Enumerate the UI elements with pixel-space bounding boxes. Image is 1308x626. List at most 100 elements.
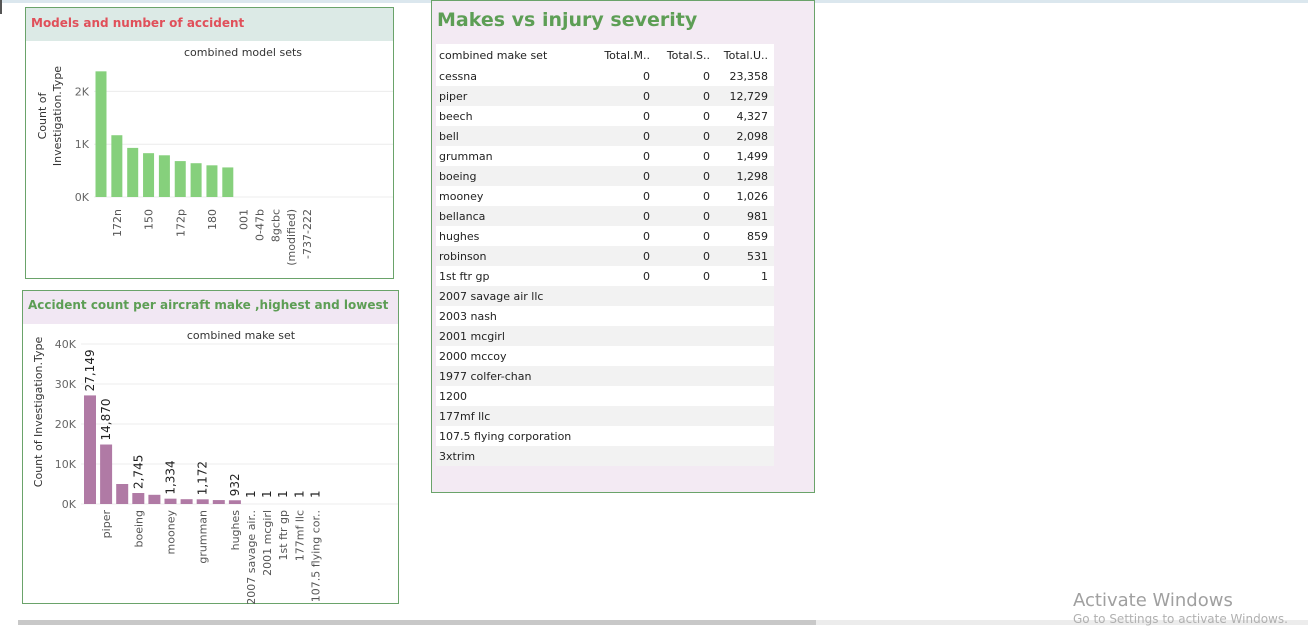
bar[interactable]	[213, 500, 225, 504]
make-name-cell: bellanca	[436, 210, 586, 223]
bar[interactable]	[143, 153, 154, 197]
column-header[interactable]: Total.M..	[586, 49, 650, 62]
table-row[interactable]: 2000 mccoy	[436, 346, 774, 366]
bar[interactable]	[175, 161, 186, 197]
value-cell: 0	[650, 270, 710, 283]
make-name-cell: piper	[436, 90, 586, 103]
x-tick-label: 1st ftr gp	[277, 510, 290, 561]
severity-panel-title: Makes vs injury severity	[432, 1, 814, 37]
make-name-cell: 177mf llc	[436, 410, 586, 423]
value-cell: 1,499	[710, 150, 772, 163]
makes-bar-chart: combined make set Count of Investigation…	[23, 324, 398, 604]
table-row[interactable]: 3xtrim	[436, 446, 774, 466]
value-cell: 0	[650, 90, 710, 103]
value-cell: 0	[586, 150, 650, 163]
value-cell: 0	[586, 130, 650, 143]
bar[interactable]	[222, 167, 233, 197]
x-tick-label: 2007 savage air..	[245, 510, 258, 604]
data-label: 1	[292, 490, 306, 498]
make-name-cell: cessna	[436, 70, 586, 83]
make-name-cell: mooney	[436, 190, 586, 203]
x-tick-label: 172p	[174, 209, 187, 237]
bar[interactable]	[100, 445, 112, 504]
y-tick-label: 40K	[55, 338, 77, 351]
bar[interactable]	[116, 484, 128, 504]
table-row[interactable]: robinson00531	[436, 246, 774, 266]
make-name-cell: robinson	[436, 250, 586, 263]
make-name-cell: bell	[436, 130, 586, 143]
data-label: 1	[244, 490, 258, 498]
table-row[interactable]: bell002,098	[436, 126, 774, 146]
table-row[interactable]: beech004,327	[436, 106, 774, 126]
make-name-cell: 1200	[436, 390, 586, 403]
value-cell: 859	[710, 230, 772, 243]
table-row[interactable]: 2007 savage air llc	[436, 286, 774, 306]
makes-accident-panel: Accident count per aircraft make ,highes…	[22, 290, 399, 604]
bar[interactable]	[132, 493, 144, 504]
column-header[interactable]: combined make set	[436, 49, 586, 62]
column-header[interactable]: Total.U..	[710, 49, 772, 62]
value-cell: 0	[650, 130, 710, 143]
make-name-cell: 2000 mccoy	[436, 350, 586, 363]
bar[interactable]	[111, 135, 122, 197]
x-tick-label: 2001 mcgirl	[261, 510, 274, 576]
horizontal-scrollbar[interactable]	[18, 620, 816, 625]
x-tick-label: 172n	[111, 209, 124, 237]
x-tick-label: -737-222	[301, 209, 314, 259]
table-row[interactable]: 107.5 flying corporation	[436, 426, 774, 446]
bar[interactable]	[96, 71, 107, 197]
bar[interactable]	[159, 155, 170, 197]
x-tick-label: 001	[238, 209, 251, 230]
data-label: 1,172	[196, 461, 210, 495]
value-cell: 0	[586, 110, 650, 123]
x-tick-label: 180	[206, 209, 219, 230]
table-row[interactable]: boeing001,298	[436, 166, 774, 186]
models-accident-panel: Models and number of accident combined m…	[25, 7, 394, 279]
table-row[interactable]: 177mf llc	[436, 406, 774, 426]
x-tick-label: grumman	[197, 510, 210, 564]
table-row[interactable]: grumman001,499	[436, 146, 774, 166]
y-tick-label: 2K	[75, 85, 90, 98]
value-cell: 0	[586, 250, 650, 263]
bar[interactable]	[165, 499, 177, 504]
value-cell: 0	[650, 250, 710, 263]
data-label: 1	[276, 490, 290, 498]
table-row[interactable]: cessna0023,358	[436, 66, 774, 86]
table-row[interactable]: 1st ftr gp001	[436, 266, 774, 286]
data-label: 1,334	[164, 460, 178, 494]
x-tick-label: 150	[143, 209, 156, 230]
data-label: 932	[228, 473, 242, 496]
table-row[interactable]: 1977 colfer-chan	[436, 366, 774, 386]
value-cell: 12,729	[710, 90, 772, 103]
table-body: cessna0023,358piper0012,729beech004,327b…	[436, 66, 774, 466]
table-row[interactable]: bellanca00981	[436, 206, 774, 226]
y-tick-label: 0K	[62, 498, 77, 511]
bar[interactable]	[197, 499, 209, 504]
bar[interactable]	[191, 163, 202, 197]
table-row[interactable]: mooney001,026	[436, 186, 774, 206]
bar[interactable]	[84, 395, 96, 504]
value-cell: 0	[650, 70, 710, 83]
makes-chart-header: combined make set	[187, 329, 296, 342]
table-row[interactable]: piper0012,729	[436, 86, 774, 106]
value-cell: 0	[650, 110, 710, 123]
value-cell: 1,298	[710, 170, 772, 183]
x-tick-label: 177mf llc	[293, 510, 306, 561]
value-cell: 1,026	[710, 190, 772, 203]
value-cell: 0	[650, 150, 710, 163]
bar[interactable]	[206, 165, 217, 197]
bar[interactable]	[181, 499, 193, 504]
make-name-cell: boeing	[436, 170, 586, 183]
column-header[interactable]: Total.S..	[650, 49, 710, 62]
activate-windows-watermark: Activate Windows	[1073, 590, 1233, 611]
bar[interactable]	[229, 500, 241, 504]
make-name-cell: 3xtrim	[436, 450, 586, 463]
make-name-cell: hughes	[436, 230, 586, 243]
table-row[interactable]: hughes00859	[436, 226, 774, 246]
table-row[interactable]: 1200	[436, 386, 774, 406]
table-row[interactable]: 2003 nash	[436, 306, 774, 326]
bar[interactable]	[148, 495, 160, 504]
activate-windows-subtext: Go to Settings to activate Windows.	[1073, 612, 1288, 626]
bar[interactable]	[127, 148, 138, 197]
table-row[interactable]: 2001 mcgirl	[436, 326, 774, 346]
